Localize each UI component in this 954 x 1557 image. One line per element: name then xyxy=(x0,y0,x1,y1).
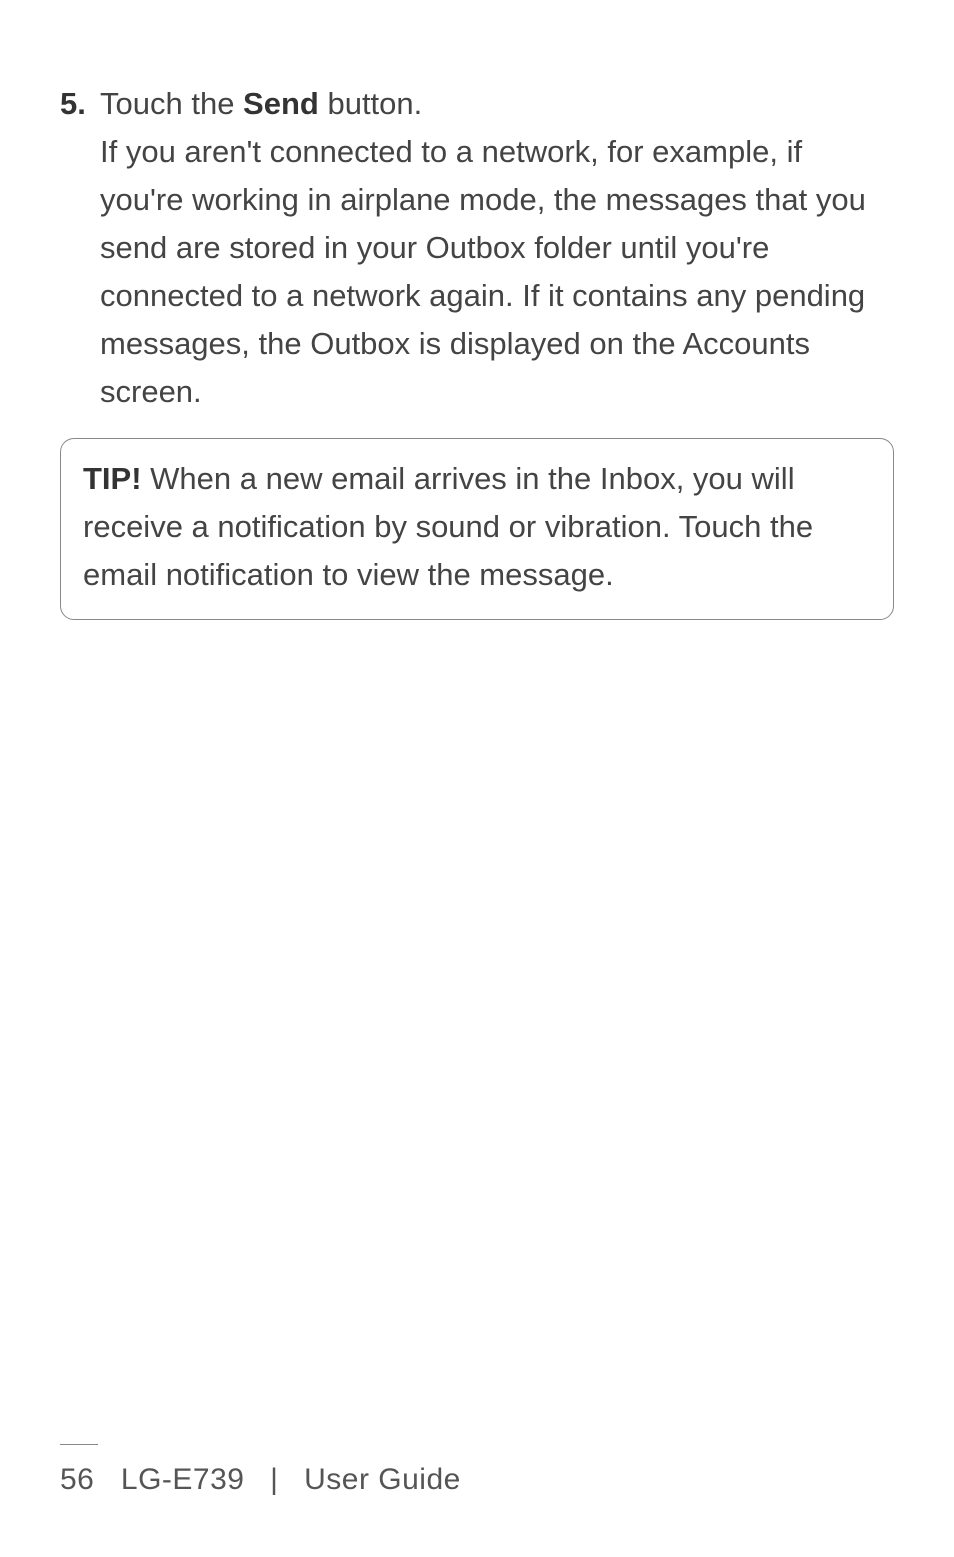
step-line-suffix: button. xyxy=(319,86,422,121)
tip-text: When a new email arrives in the Inbox, y… xyxy=(83,461,813,592)
footer-title: User Guide xyxy=(304,1463,461,1496)
step-number: 5. xyxy=(60,80,100,416)
page-footer: 56 LG-E739 | User Guide xyxy=(0,1444,954,1497)
footer-model: LG-E739 xyxy=(121,1463,245,1496)
step-paragraph: If you aren't connected to a network, fo… xyxy=(100,128,894,416)
step-5: 5. Touch the Send button. If you aren't … xyxy=(60,80,894,416)
footer-text: 56 LG-E739 | User Guide xyxy=(60,1463,894,1497)
footer-rule xyxy=(60,1444,98,1445)
page-content: 5. Touch the Send button. If you aren't … xyxy=(60,80,894,620)
step-line-prefix: Touch the xyxy=(100,86,243,121)
tip-box: TIP! When a new email arrives in the Inb… xyxy=(60,438,894,620)
step-line-bold: Send xyxy=(243,86,319,121)
step-body: Touch the Send button. If you aren't con… xyxy=(100,80,894,416)
step-number-text: 5. xyxy=(60,86,86,121)
page-number: 56 xyxy=(60,1463,94,1496)
tip-label: TIP! xyxy=(83,461,142,496)
footer-divider: | xyxy=(252,1463,296,1496)
